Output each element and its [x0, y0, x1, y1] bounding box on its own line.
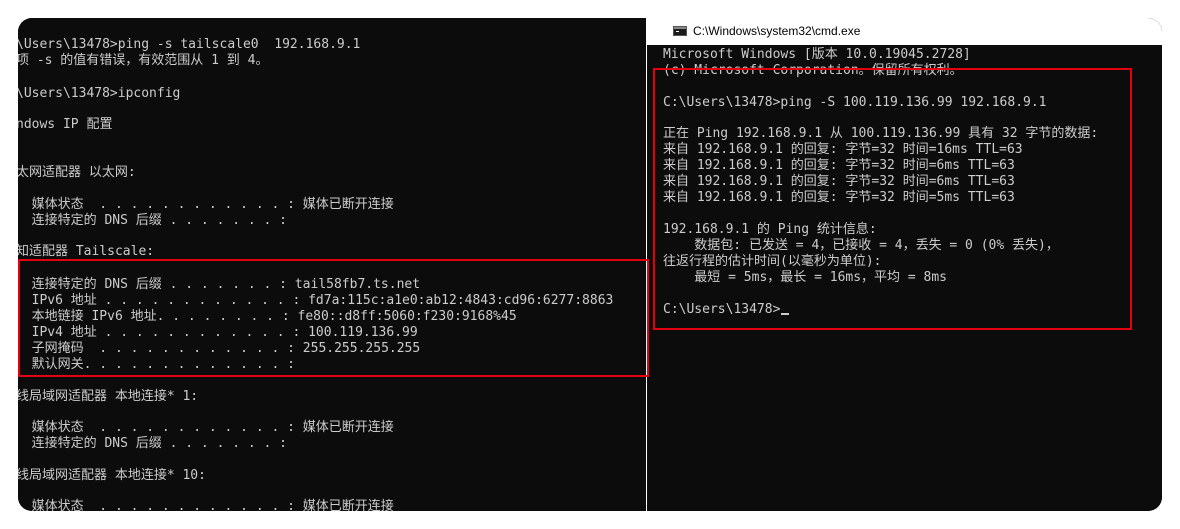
terminal-line: 媒体状态 . . . . . . . . . . . . : 媒体已断开连接: [18, 197, 394, 212]
terminal-line: 来自 192.168.9.1 的回复: 字节=32 时间=16ms TTL=63: [663, 142, 1023, 157]
terminal-line: 太网适配器 以太网:: [18, 165, 136, 180]
terminal-line: 连接特定的 DNS 后缀 . . . . . . . :: [18, 213, 288, 228]
terminal-line: (c) Microsoft Corporation。保留所有权利。: [663, 63, 963, 78]
terminal-line: 来自 192.168.9.1 的回复: 字节=32 时间=6ms TTL=63: [663, 174, 1015, 189]
terminal-line: 子网掩码 . . . . . . . . . . . . : 255.255.2…: [18, 341, 421, 356]
prompt-line[interactable]: C:\Users\13478>: [663, 302, 790, 318]
screenshot-frame: \Users\13478>ping -s tailscale0 192.168.…: [18, 18, 1162, 511]
terminal-line: 知适配器 Tailscale:: [18, 244, 155, 259]
terminal-line: 线局域网适配器 本地连接* 1:: [18, 389, 199, 404]
terminal-line: 往返行程的估计时间(以毫秒为单位):: [663, 254, 882, 269]
prompt-text: C:\Users\13478>: [663, 302, 781, 317]
terminal-line: 数据包: 已发送 = 4，已接收 = 4，丢失 = 0 (0% 丢失)，: [663, 238, 1059, 253]
terminal-line: 项 -s 的值有错误，有效范围从 1 到 4。: [18, 53, 269, 68]
left-terminal[interactable]: \Users\13478>ping -s tailscale0 192.168.…: [18, 18, 647, 511]
terminal-line: IPv6 地址 . . . . . . . . . . . . : fd7a:1…: [18, 293, 614, 308]
terminal-line: \Users\13478>ipconfig: [18, 86, 181, 101]
terminal-line: Microsoft Windows [版本 10.0.19045.2728]: [663, 47, 971, 62]
terminal-line: 连接特定的 DNS 后缀 . . . . . . . : tail58fb7.t…: [18, 277, 421, 292]
terminal-line: C:\Users\13478>ping -S 100.119.136.99 19…: [663, 95, 1047, 110]
cmd-titlebar[interactable]: C:\Windows\system32\cmd.exe: [647, 18, 1162, 45]
terminal-line: 最短 = 5ms，最长 = 16ms，平均 = 8ms: [663, 270, 948, 285]
terminal-line: 来自 192.168.9.1 的回复: 字节=32 时间=5ms TTL=63: [663, 190, 1015, 205]
terminal-line: \Users\13478>ping -s tailscale0 192.168.…: [18, 37, 361, 52]
terminal-line: 连接特定的 DNS 后缀 . . . . . . . :: [18, 436, 288, 451]
text-cursor: [781, 313, 790, 315]
terminal-line: 来自 192.168.9.1 的回复: 字节=32 时间=6ms TTL=63: [663, 158, 1015, 173]
terminal-line: 192.168.9.1 的 Ping 统计信息:: [663, 222, 877, 237]
terminal-line: 媒体状态 . . . . . . . . . . . . : 媒体已断开连接: [18, 499, 394, 511]
terminal-line: ndows IP 配置: [18, 117, 113, 132]
cmd-window[interactable]: C:\Windows\system32\cmd.exe Microsoft Wi…: [647, 18, 1162, 511]
terminal-line: 默认网关. . . . . . . . . . . . . :: [18, 357, 295, 372]
terminal-line: 线局域网适配器 本地连接* 10:: [18, 468, 206, 483]
terminal-line: IPv4 地址 . . . . . . . . . . . . : 100.11…: [18, 325, 418, 340]
window-title: C:\Windows\system32\cmd.exe: [693, 24, 861, 38]
terminal-line: 正在 Ping 192.168.9.1 从 100.119.136.99 具有 …: [663, 126, 1099, 141]
terminal-line: 媒体状态 . . . . . . . . . . . . : 媒体已断开连接: [18, 420, 394, 435]
terminal-line: 本地链接 IPv6 地址. . . . . . . . : fe80::d8ff…: [18, 309, 517, 324]
cmd-icon: [673, 26, 687, 36]
